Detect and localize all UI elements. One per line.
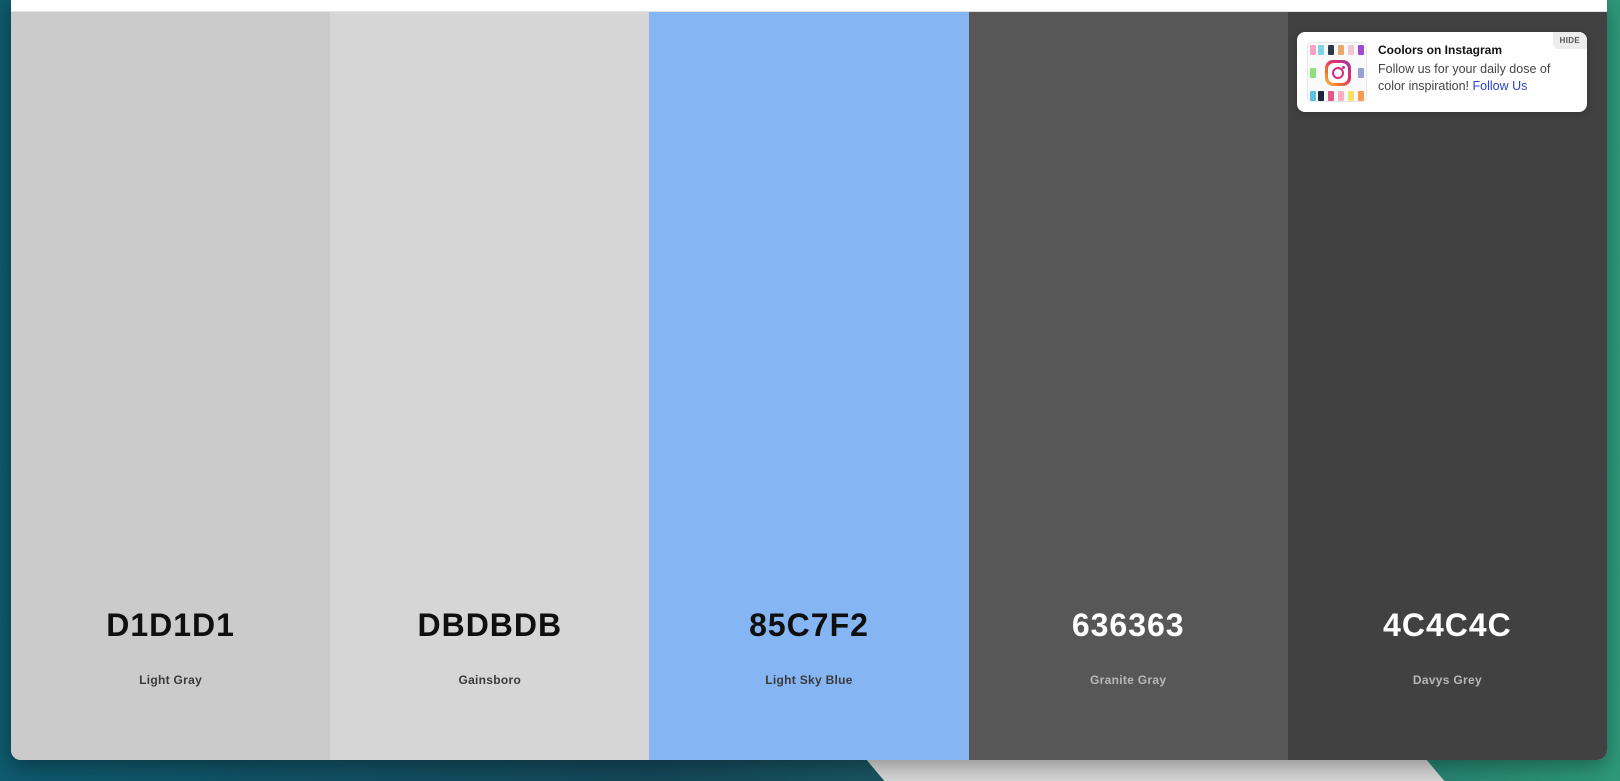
swatch-color-name: Light Sky Blue bbox=[765, 673, 853, 687]
browser-window: D1D1D1 Light Gray DBDBDB Gainsboro 85C7F… bbox=[11, 0, 1607, 760]
swatch-1[interactable]: D1D1D1 Light Gray bbox=[11, 12, 331, 760]
instagram-icon bbox=[1325, 60, 1351, 86]
toolbar bbox=[11, 0, 1607, 12]
swatch-4[interactable]: 636363 Granite Gray bbox=[968, 12, 1288, 760]
swatch-3[interactable]: 85C7F2 Light Sky Blue bbox=[649, 12, 969, 760]
swatch-hex[interactable]: DBDBDB bbox=[330, 607, 649, 644]
swatch-color-name: Gainsboro bbox=[458, 673, 522, 687]
follow-us-link[interactable]: Follow Us bbox=[1473, 79, 1528, 93]
swatch-hex[interactable]: 636363 bbox=[969, 607, 1288, 644]
swatch-hex[interactable]: 85C7F2 bbox=[649, 607, 968, 644]
swatch-hex[interactable]: D1D1D1 bbox=[11, 607, 330, 644]
instagram-promo-card: Coolors on Instagram Follow us for your … bbox=[1297, 32, 1587, 112]
promo-title: Coolors on Instagram bbox=[1378, 43, 1503, 57]
swatch-color-name: Davys Grey bbox=[1412, 673, 1482, 687]
promo-text: Coolors on Instagram Follow us for your … bbox=[1378, 43, 1577, 102]
swatch-color-name: Light Gray bbox=[139, 673, 203, 687]
instagram-thumbnail[interactable] bbox=[1307, 42, 1367, 102]
swatch-5[interactable]: 4C4C4C Davys Grey bbox=[1287, 12, 1607, 760]
swatch-color-name: Granite Gray bbox=[1090, 673, 1167, 687]
swatch-hex[interactable]: 4C4C4C bbox=[1288, 607, 1607, 644]
promo-body: Follow us for your daily dose of color i… bbox=[1378, 61, 1577, 95]
color-palette: D1D1D1 Light Gray DBDBDB Gainsboro 85C7F… bbox=[11, 12, 1607, 760]
swatch-2[interactable]: DBDBDB Gainsboro bbox=[330, 12, 650, 760]
hide-button[interactable]: HIDE bbox=[1552, 32, 1587, 49]
